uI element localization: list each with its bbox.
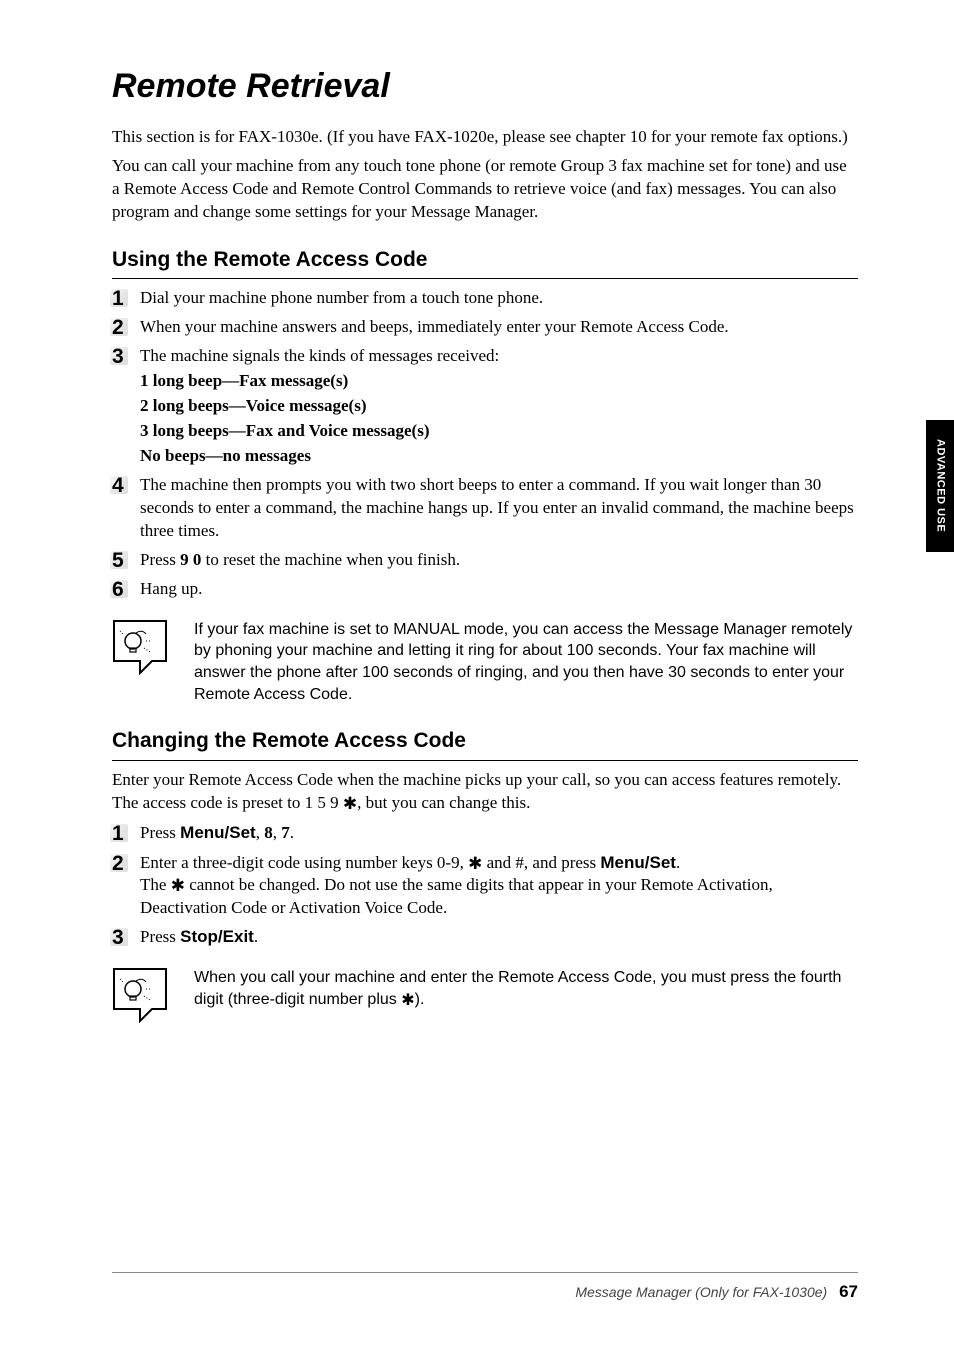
step-number: 3: [112, 926, 140, 949]
step-3: 3 The machine signals the kinds of messa…: [112, 345, 858, 468]
side-tab-advanced-use: ADVANCED USE: [926, 420, 954, 552]
page-title: Remote Retrieval: [112, 64, 858, 110]
step-lead: The machine signals the kinds of message…: [140, 345, 858, 368]
step-4: 4 The machine then prompts you with two …: [112, 474, 858, 543]
section-heading-using-code: Using the Remote Access Code: [112, 246, 858, 274]
step-text: Press Stop/Exit.: [140, 926, 858, 949]
text-segment: Enter a three-digit code using number ke…: [140, 853, 468, 872]
lightbulb-icon: [112, 967, 168, 1023]
step-2: 2 When your machine answers and beeps, i…: [112, 316, 858, 339]
note-text: When you call your machine and enter the…: [194, 967, 858, 1010]
beep-list: 1 long beep—Fax message(s) 2 long beeps—…: [140, 370, 858, 468]
key-7: 7: [281, 823, 290, 842]
section-heading-changing-code: Changing the Remote Access Code: [112, 727, 858, 755]
step-number: 1: [112, 822, 140, 845]
divider: [112, 760, 858, 761]
text-segment: The: [140, 875, 171, 894]
beep-item: 1 long beep—Fax message(s): [140, 370, 858, 393]
step-text: Dial your machine phone number from a to…: [140, 287, 858, 310]
intro-paragraph-2: You can call your machine from any touch…: [112, 155, 858, 224]
beep-item: 3 long beeps—Fax and Voice message(s): [140, 420, 858, 443]
step-text: Press Menu/Set, 8, 7.: [140, 822, 858, 845]
step-1-b: 1 Press Menu/Set, 8, 7.: [112, 822, 858, 845]
step-number: 6: [112, 578, 140, 601]
menu-set-label: Menu/Set: [600, 853, 676, 872]
stop-exit-label: Stop/Exit: [180, 927, 254, 946]
text-segment: Press: [140, 550, 180, 569]
step-number: 2: [112, 316, 140, 339]
star-icon: ✱: [171, 876, 185, 895]
text-segment: and #, and press: [482, 853, 600, 872]
step-1: 1 Dial your machine phone number from a …: [112, 287, 858, 310]
step-text: Press 9 0 to reset the machine when you …: [140, 549, 858, 572]
step-2-b: 2 Enter a three-digit code using number …: [112, 852, 858, 921]
key-8: 8: [264, 823, 273, 842]
step-number: 2: [112, 852, 140, 921]
text-segment: .: [254, 927, 258, 946]
menu-set-label: Menu/Set: [180, 823, 256, 842]
text-segment: cannot be changed. Do not use the same d…: [140, 875, 773, 917]
note-box: When you call your machine and enter the…: [112, 967, 858, 1023]
beep-item: No beeps—no messages: [140, 445, 858, 468]
step-text: Hang up.: [140, 578, 858, 601]
text-segment: When you call your machine and enter the…: [194, 969, 841, 1008]
star-icon: ✱: [468, 854, 482, 873]
step-3-b: 3 Press Stop/Exit.: [112, 926, 858, 949]
page-footer: Message Manager (Only for FAX-1030e) 67: [112, 1272, 858, 1304]
star-icon: ✱: [343, 794, 357, 813]
section2-intro: Enter your Remote Access Code when the m…: [112, 769, 858, 815]
text-segment: .: [676, 853, 680, 872]
step-number: 3: [112, 345, 140, 468]
step-text: When your machine answers and beeps, imm…: [140, 316, 858, 339]
divider: [112, 278, 858, 279]
text-segment: Press: [140, 927, 180, 946]
lightbulb-icon: [112, 619, 168, 675]
step-number: 4: [112, 474, 140, 543]
step-6: 6 Hang up.: [112, 578, 858, 601]
footer-text: Message Manager (Only for FAX-1030e): [575, 1284, 827, 1300]
text-segment: to reset the machine when you finish.: [201, 550, 460, 569]
intro-paragraph-1: This section is for FAX-1030e. (If you h…: [112, 126, 858, 149]
text-segment: ).: [415, 991, 425, 1008]
step-5: 5 Press 9 0 to reset the machine when yo…: [112, 549, 858, 572]
text-segment: Press: [140, 823, 180, 842]
intro-block: This section is for FAX-1030e. (If you h…: [112, 126, 858, 224]
star-icon: ✱: [401, 992, 414, 1009]
key-sequence: 9 0: [180, 550, 201, 569]
step-text: The machine then prompts you with two sh…: [140, 474, 858, 543]
step-number: 5: [112, 549, 140, 572]
step-number: 1: [112, 287, 140, 310]
text-segment: ,: [256, 823, 265, 842]
step-text: The machine signals the kinds of message…: [140, 345, 858, 468]
text-segment: ,: [273, 823, 282, 842]
text-segment: .: [290, 823, 294, 842]
note-box: If your fax machine is set to MANUAL mod…: [112, 619, 858, 705]
page-number: 67: [839, 1282, 858, 1301]
text-segment: , but you can change this.: [357, 793, 530, 812]
note-text: If your fax machine is set to MANUAL mod…: [194, 619, 858, 705]
beep-item: 2 long beeps—Voice message(s): [140, 395, 858, 418]
step-text: Enter a three-digit code using number ke…: [140, 852, 858, 921]
